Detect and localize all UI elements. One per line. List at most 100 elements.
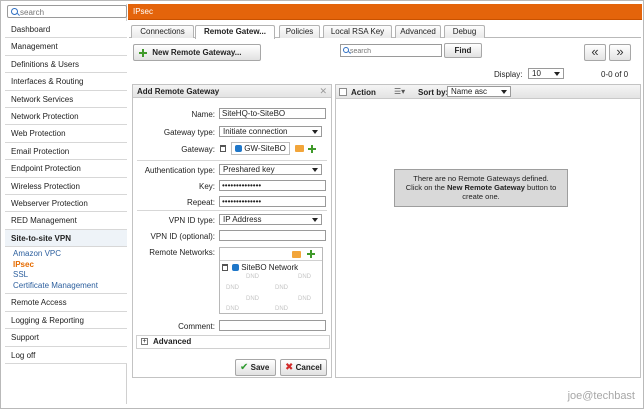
empty-line-2-bold: New Remote Gateway (447, 183, 525, 192)
sidebar-subitem-amazon-vpc[interactable]: Amazon VPC (13, 249, 127, 260)
sort-select[interactable]: Name asc (447, 86, 511, 97)
empty-line-2-pre: Click on the (405, 183, 448, 192)
authentication-type-label: Authentication type: (144, 166, 215, 175)
display-label: Display: (494, 70, 523, 79)
sidebar-search-input[interactable] (20, 7, 124, 17)
sidebar-item-management[interactable]: Management (5, 38, 127, 56)
sidebar-item-webserver-protection[interactable]: Webserver Protection (5, 194, 127, 213)
sidebar-item-remote-access[interactable]: Remote Access (5, 294, 127, 312)
name-field[interactable]: SiteHQ-to-SiteBO (219, 108, 326, 119)
sidebar: Dashboard Management Definitions & Users… (5, 4, 127, 404)
sidebar-submenu: Amazon VPC IPsec SSL Certificate Managem… (5, 247, 127, 295)
tab-remote-gateways[interactable]: Remote Gatew... (195, 25, 275, 39)
sidebar-item-support[interactable]: Support (5, 329, 127, 347)
cancel-button[interactable]: ✖ Cancel (280, 359, 327, 376)
authentication-type-select[interactable]: Preshared key (219, 164, 322, 175)
tab-bar: Connections Remote Gatew... Policies Loc… (129, 23, 641, 39)
panel-header: Add Remote Gateway ✕ (133, 85, 331, 98)
list-search[interactable] (340, 44, 442, 57)
sidebar-item-site-to-site-vpn[interactable]: Site-to-site VPN (5, 229, 127, 248)
sidebar-subitem-ipsec[interactable]: IPsec (13, 260, 127, 271)
sidebar-search[interactable] (7, 5, 127, 18)
network-icon (232, 264, 240, 272)
tab-local-rsa-key[interactable]: Local RSA Key (323, 25, 392, 38)
tab-advanced[interactable]: Advanced (395, 25, 441, 38)
sidebar-item-email-protection[interactable]: Email Protection (5, 142, 127, 161)
trash-icon[interactable] (222, 264, 228, 272)
sidebar-item-red-management[interactable]: RED Management (5, 212, 127, 230)
watermark: joe@techbast (567, 390, 635, 402)
remote-networks-label: Remote Networks: (149, 248, 215, 257)
sidebar-item-log-off[interactable]: Log off (5, 346, 127, 365)
drop-hint: DND (275, 285, 288, 291)
folder-icon[interactable] (295, 145, 305, 152)
add-icon[interactable] (308, 144, 317, 153)
sidebar-item-logging-reporting[interactable]: Logging & Reporting (5, 311, 127, 330)
vpn-id-field[interactable] (219, 230, 326, 241)
drop-hint: DND (298, 274, 311, 280)
tab-debug[interactable]: Debug (444, 25, 485, 38)
save-label: Save (250, 363, 270, 372)
sidebar-subitem-certificate-management[interactable]: Certificate Management (13, 281, 127, 292)
remote-networks-box[interactable]: SiteBO Network DND DND DND DND DND DND D… (219, 247, 323, 314)
add-icon (139, 48, 147, 57)
comment-label: Comment: (178, 322, 215, 331)
drop-hint: DND (246, 274, 259, 280)
chevron-down-icon (312, 130, 318, 134)
list-menu-icon[interactable]: ☰▾ (394, 87, 405, 96)
comment-field[interactable] (219, 320, 326, 331)
gateway-object[interactable]: GW-SiteBO (231, 142, 290, 155)
vpn-id-type-select[interactable]: IP Address (219, 214, 322, 225)
sidebar-item-dashboard[interactable]: Dashboard (5, 21, 127, 39)
sidebar-item-definitions-users[interactable]: Definitions & Users (5, 55, 127, 74)
remote-gateways-list: Action ☰▾ Sort by: Name asc There are no… (335, 84, 641, 378)
add-icon[interactable] (307, 250, 315, 258)
sidebar-item-web-protection[interactable]: Web Protection (5, 125, 127, 143)
new-remote-gateway-label: New Remote Gateway... (152, 48, 242, 57)
drop-hint: DND (275, 306, 288, 312)
key-label: Key: (198, 182, 215, 191)
sidebar-item-network-services[interactable]: Network Services (5, 90, 127, 108)
tab-policies[interactable]: Policies (279, 25, 320, 38)
page-title: IPsec (133, 7, 154, 16)
vpn-id-type-value: IP Address (223, 215, 262, 224)
sidebar-item-interfaces-routing[interactable]: Interfaces & Routing (5, 73, 127, 91)
panel-title: Add Remote Gateway (137, 87, 220, 96)
tab-connections[interactable]: Connections (131, 25, 194, 38)
sidebar-subitem-ssl[interactable]: SSL (13, 270, 127, 281)
empty-state-message: There are no Remote Gateways defined. Cl… (394, 169, 568, 207)
gateway-type-select[interactable]: Initiate connection (219, 126, 322, 137)
key-field[interactable]: •••••••••••••• (219, 180, 326, 191)
empty-line-2: Click on the New Remote Gateway button t… (395, 183, 567, 192)
gateway-selection: GW-SiteBO (220, 142, 324, 156)
new-remote-gateway-button[interactable]: New Remote Gateway... (133, 44, 261, 61)
search-icon (343, 47, 349, 53)
display-value: 10 (532, 69, 541, 78)
prev-page-button[interactable]: « (584, 44, 606, 61)
drop-hint: DND (226, 306, 239, 312)
repeat-key-field[interactable]: •••••••••••••• (219, 196, 326, 207)
advanced-label: Advanced (153, 337, 192, 346)
find-button[interactable]: Find (444, 43, 482, 58)
sidebar-item-wireless-protection[interactable]: Wireless Protection (5, 177, 127, 195)
drop-hint: DND (226, 285, 239, 291)
trash-icon[interactable] (220, 145, 226, 152)
sidebar-item-network-protection[interactable]: Network Protection (5, 107, 127, 126)
expand-icon: + (141, 338, 148, 346)
list-search-input[interactable] (350, 46, 440, 56)
add-remote-gateway-panel: Add Remote Gateway ✕ Name: SiteHQ-to-Sit… (132, 84, 332, 378)
display-select[interactable]: 10 (528, 68, 564, 79)
vpn-id-type-label: VPN ID type: (168, 216, 215, 225)
divider (137, 160, 327, 161)
gateway-icon (235, 145, 243, 153)
sidebar-item-endpoint-protection[interactable]: Endpoint Protection (5, 160, 127, 178)
select-all-checkbox[interactable] (339, 88, 347, 96)
chevron-down-icon (312, 168, 318, 172)
remote-network-item[interactable]: SiteBO Network (222, 263, 298, 272)
close-icon[interactable]: ✕ (319, 85, 327, 98)
next-page-button[interactable]: » (609, 44, 631, 61)
folder-icon[interactable] (292, 251, 301, 258)
sort-label: Sort by: (418, 88, 449, 97)
save-button[interactable]: ✔ Save (235, 359, 276, 376)
advanced-section-toggle[interactable]: + Advanced (136, 335, 330, 349)
